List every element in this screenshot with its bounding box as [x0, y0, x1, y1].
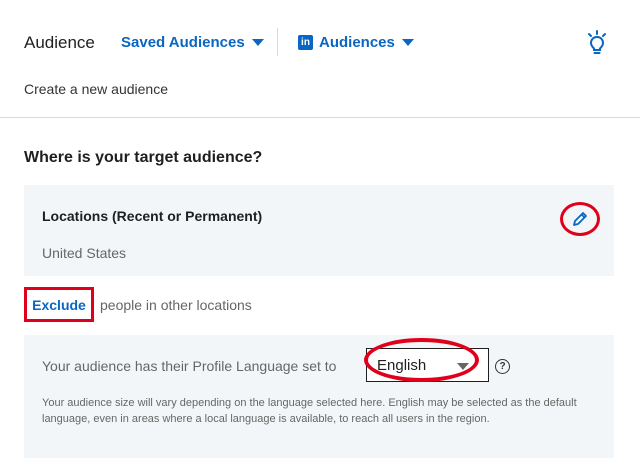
pencil-icon [573, 212, 587, 226]
saved-audiences-dropdown[interactable]: Saved Audiences [121, 34, 264, 51]
lightbulb-icon[interactable] [586, 30, 608, 56]
edit-locations-button[interactable] [560, 202, 600, 236]
language-select[interactable]: English [366, 348, 489, 382]
audiences-dropdown[interactable]: in Audiences [298, 34, 414, 51]
language-note: Your audience size will vary depending o… [42, 397, 577, 425]
create-new-audience-link[interactable]: Create a new audience [24, 81, 168, 97]
help-icon[interactable]: ? [495, 359, 510, 374]
chevron-down-icon [457, 363, 469, 370]
caret-down-icon [251, 39, 264, 46]
language-selected-value: English [377, 357, 427, 374]
language-panel: Your audience has their Profile Language… [24, 335, 614, 458]
page-title: Audience [24, 33, 95, 52]
linkedin-icon: in [298, 35, 313, 50]
locations-label: Locations (Recent or Permanent) [42, 208, 263, 224]
section-question: Where is your target audience? [24, 149, 263, 166]
audience-header: Audience Saved Audiences in Audiences Cr… [0, 0, 640, 118]
language-label: Your audience has their Profile Language… [42, 358, 337, 374]
audiences-label: Audiences [319, 34, 395, 51]
caret-down-icon [401, 39, 414, 46]
exclude-button[interactable]: Exclude [24, 287, 94, 322]
locations-value: United States [42, 245, 127, 261]
locations-panel: Locations (Recent or Permanent) United S… [24, 185, 614, 276]
exclude-description: people in other locations [100, 297, 252, 313]
saved-audiences-label: Saved Audiences [121, 34, 245, 51]
header-divider [277, 28, 278, 56]
